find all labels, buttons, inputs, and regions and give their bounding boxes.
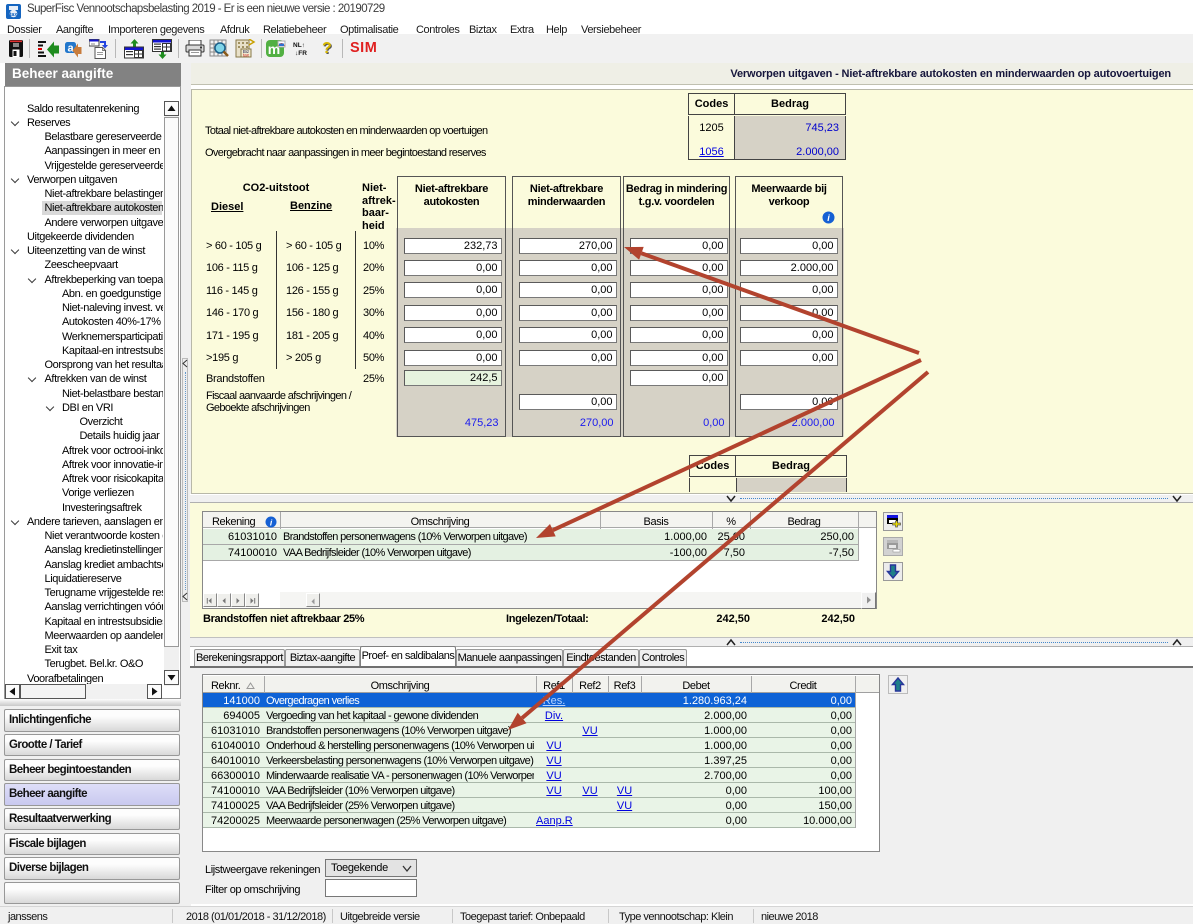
svg-text:↓FR: ↓FR bbox=[295, 50, 307, 57]
svg-text:NL↑: NL↑ bbox=[293, 42, 305, 49]
svg-text:tax: tax bbox=[243, 53, 250, 58]
svg-text:a: a bbox=[67, 43, 74, 55]
svg-text:tax: tax bbox=[10, 12, 17, 18]
